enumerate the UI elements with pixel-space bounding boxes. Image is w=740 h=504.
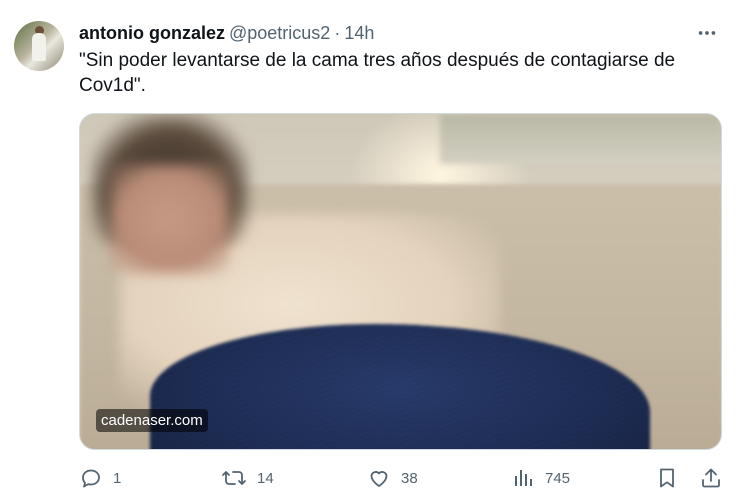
repost-icon [222,471,246,485]
author-name[interactable]: antonio gonzalez [79,23,225,44]
avatar-figure [32,33,46,61]
bookmark-button[interactable] [655,464,679,492]
reply-button[interactable]: 1 [79,464,121,492]
action-bar: 1 14 38 745 [79,464,729,492]
view-count: 745 [545,469,571,487]
reply-icon [82,469,100,488]
separator-dot: · [334,22,341,43]
share-button[interactable] [699,464,723,492]
views-button[interactable]: 745 [511,464,570,492]
author-handle[interactable]: @poetricus2 [229,23,330,44]
avatar[interactable] [14,21,64,71]
photo-wall-frame [440,114,721,164]
media-source-label: cadenaser.com [96,409,208,432]
more-options-button[interactable] [694,20,720,46]
photo-person-face [110,164,230,274]
tweet-text: "Sin poder levantarse de la cama tres añ… [79,50,676,96]
more-horizontal-icon [698,31,716,35]
share-icon [702,468,720,488]
like-button[interactable]: 38 [367,464,418,492]
timestamp[interactable]: 14h [344,23,374,44]
reply-count: 1 [113,469,122,487]
tweet-media-card[interactable]: cadenaser.com [79,113,722,450]
tweet-header: antonio gonzalez @poetricus2 · 14h [79,20,374,46]
repost-count: 14 [257,469,274,487]
like-count: 38 [401,469,418,487]
repost-button[interactable]: 14 [221,464,274,492]
analytics-icon [515,470,532,486]
bookmark-icon [660,468,674,488]
heart-icon [370,471,388,487]
